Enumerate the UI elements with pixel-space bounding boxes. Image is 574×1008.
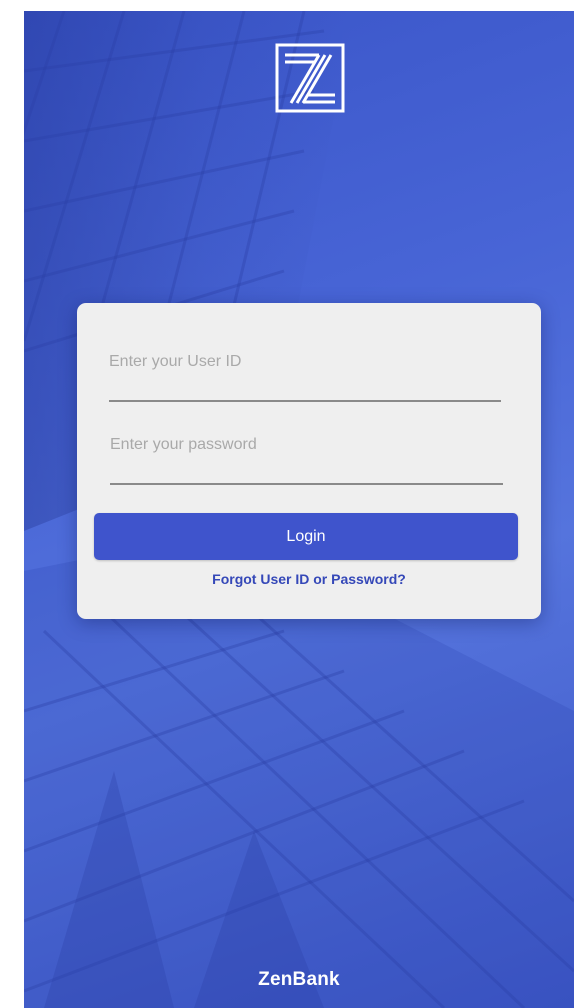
user-id-field	[109, 338, 501, 402]
login-screen: Login Forgot User ID or Password? ZenBan…	[24, 11, 574, 1008]
login-card: Login Forgot User ID or Password?	[77, 303, 541, 619]
password-input[interactable]	[110, 421, 503, 469]
user-id-input[interactable]	[109, 338, 501, 386]
brand-name: ZenBank	[258, 969, 340, 990]
forgot-credentials-link[interactable]: Forgot User ID or Password?	[77, 571, 541, 587]
password-field	[110, 421, 503, 485]
zenbank-logo-icon	[275, 43, 345, 113]
login-button[interactable]: Login	[94, 513, 518, 560]
